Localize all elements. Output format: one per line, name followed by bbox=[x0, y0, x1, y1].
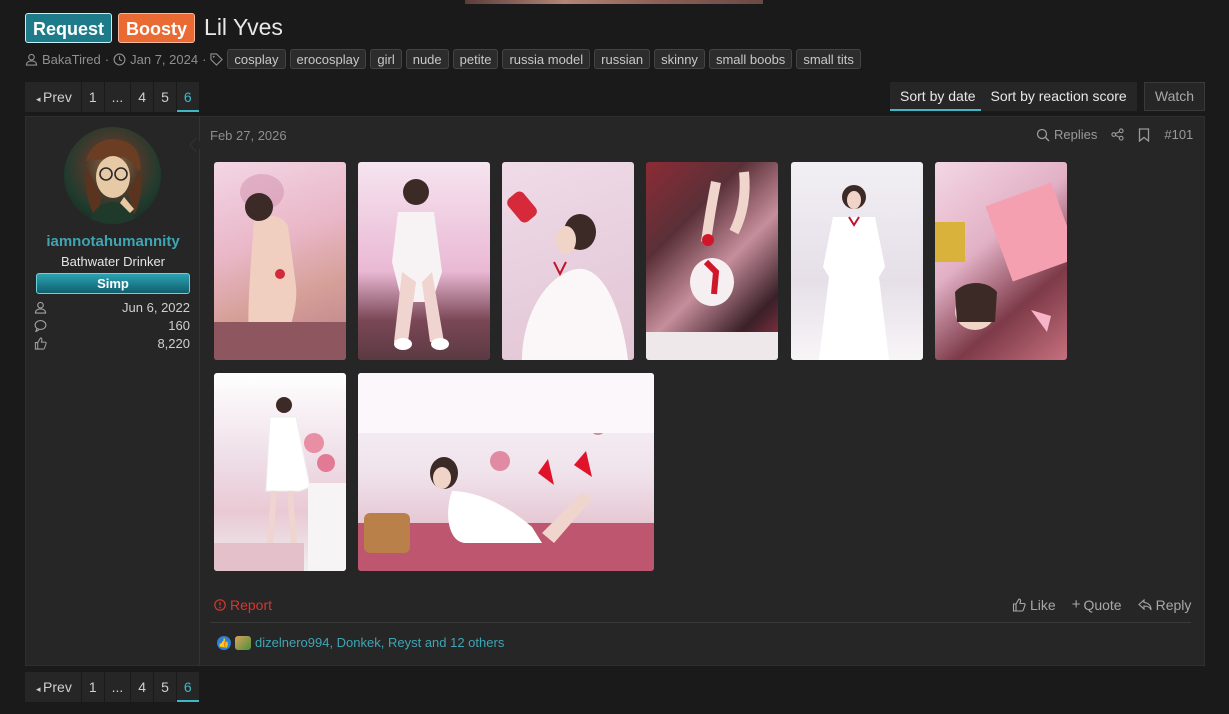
like-reaction-icon: 👍 bbox=[217, 635, 231, 650]
like-label: Like bbox=[1030, 597, 1056, 613]
plus-icon: + bbox=[1071, 596, 1081, 613]
prev-label: Prev bbox=[43, 89, 72, 105]
replies-label: Replies bbox=[1054, 127, 1098, 142]
thread-title-row: Request Boosty Lil Yves bbox=[25, 12, 283, 43]
reactions-list[interactable]: dizelnero994, Donkek, Reyst and 12 other… bbox=[255, 635, 504, 650]
page-link-5[interactable]: 5 bbox=[154, 82, 176, 112]
meta-separator: · bbox=[202, 51, 207, 67]
post-number-link[interactable]: #101 bbox=[1164, 127, 1193, 142]
search-icon bbox=[1036, 128, 1050, 141]
attachment-image-8[interactable] bbox=[358, 373, 654, 571]
tag-item[interactable]: girl bbox=[370, 49, 402, 69]
page-link-6[interactable]: 6 bbox=[176, 672, 199, 702]
page-link-4[interactable]: 4 bbox=[131, 82, 154, 112]
pagination-top: ◂ Prev 1 ... 4 5 6 bbox=[25, 82, 199, 112]
user-icon bbox=[34, 301, 47, 314]
emoji-reaction-icon bbox=[235, 635, 251, 650]
prev-page-button[interactable]: ◂ Prev bbox=[25, 82, 81, 112]
prev-page-button[interactable]: ◂ Prev bbox=[25, 672, 81, 702]
sort-by-reaction-tab[interactable]: Sort by reaction score bbox=[981, 82, 1137, 111]
report-link[interactable]: Report bbox=[214, 597, 272, 613]
attachment-image-3[interactable] bbox=[502, 162, 634, 360]
chevron-left-icon: ◂ bbox=[36, 684, 44, 694]
report-label: Report bbox=[230, 597, 273, 613]
page-link-6[interactable]: 6 bbox=[176, 82, 199, 112]
thumbs-up-icon bbox=[34, 337, 47, 350]
attachment-image-4[interactable] bbox=[646, 162, 778, 360]
tag-item[interactable]: small tits bbox=[796, 49, 861, 69]
attachment-image-6[interactable] bbox=[935, 162, 1067, 360]
tag-item[interactable]: small boobs bbox=[708, 49, 793, 69]
user-banner: Simp bbox=[36, 273, 190, 294]
request-label[interactable]: Request bbox=[25, 12, 113, 43]
watch-button[interactable]: Watch bbox=[1144, 82, 1205, 111]
tag-item[interactable]: erocosplay bbox=[289, 49, 367, 69]
reaction-score-value: 8,220 bbox=[157, 336, 190, 351]
page-link-5[interactable]: 5 bbox=[154, 672, 176, 702]
prev-label: Prev bbox=[43, 679, 72, 695]
like-button[interactable]: Like bbox=[1012, 597, 1056, 613]
quote-label: Quote bbox=[1083, 597, 1122, 613]
sort-tabs: Sort by date Sort by reaction score bbox=[890, 82, 1137, 111]
page-link-1[interactable]: 1 bbox=[81, 672, 104, 702]
stat-joined: Jun 6, 2022 bbox=[34, 299, 190, 316]
tag-item[interactable]: skinny bbox=[654, 49, 705, 69]
warning-icon bbox=[214, 599, 226, 611]
tag-item[interactable]: russian bbox=[594, 49, 651, 69]
attachment-image-7[interactable] bbox=[214, 373, 346, 571]
thread-author[interactable]: BakaTired bbox=[42, 52, 101, 67]
footer-divider bbox=[210, 622, 1191, 623]
stat-messages: 160 bbox=[34, 317, 190, 334]
reply-icon bbox=[1137, 599, 1152, 611]
username-link[interactable]: iamnotahumannity bbox=[26, 233, 200, 250]
share-icon[interactable] bbox=[1111, 128, 1124, 141]
page-link-4[interactable]: 4 bbox=[131, 672, 154, 702]
tag-item[interactable]: cosplay bbox=[227, 49, 286, 69]
reply-label: Reply bbox=[1155, 597, 1192, 613]
stat-reactions: 8,220 bbox=[34, 335, 190, 352]
user-icon bbox=[25, 53, 38, 66]
post-message: iamnotahumannity Bathwater Drinker Simp … bbox=[25, 116, 1205, 666]
thread-meta: BakaTired · Jan 7, 2024 · cosplay erocos… bbox=[25, 48, 861, 70]
message-icon bbox=[34, 320, 47, 332]
sort-by-date-tab[interactable]: Sort by date bbox=[890, 82, 981, 111]
clock-icon bbox=[113, 53, 126, 65]
page-ellipsis[interactable]: ... bbox=[104, 82, 131, 112]
reply-button[interactable]: Reply bbox=[1137, 597, 1192, 613]
thread-title: Lil Yves bbox=[204, 14, 283, 40]
replies-link[interactable]: Replies bbox=[1036, 127, 1097, 142]
avatar-image bbox=[85, 139, 142, 224]
post-header-actions: Replies #101 bbox=[1036, 127, 1193, 142]
joined-value: Jun 6, 2022 bbox=[122, 300, 190, 315]
tag-item[interactable]: nude bbox=[405, 49, 449, 69]
bookmark-icon[interactable] bbox=[1138, 127, 1150, 142]
quote-button[interactable]: + Quote bbox=[1072, 597, 1122, 613]
header-image-sliver bbox=[465, 0, 763, 4]
tag-item[interactable]: russia model bbox=[502, 49, 591, 69]
thread-start-date[interactable]: Jan 7, 2024 bbox=[130, 52, 198, 67]
attachment-image-2[interactable] bbox=[358, 162, 490, 360]
post-user-column: iamnotahumannity Bathwater Drinker Simp … bbox=[26, 117, 200, 665]
chevron-left-icon: ◂ bbox=[36, 94, 44, 104]
tag-item[interactable]: petite bbox=[452, 49, 499, 69]
user-title: Bathwater Drinker bbox=[60, 254, 166, 269]
avatar[interactable] bbox=[64, 127, 161, 224]
thumbs-up-icon bbox=[1012, 598, 1026, 612]
post-footer-actions: Like + Quote Reply bbox=[1012, 597, 1191, 613]
tag-icon bbox=[210, 52, 224, 66]
boosty-label[interactable]: Boosty bbox=[118, 12, 196, 43]
attachment-image-5[interactable] bbox=[791, 162, 923, 360]
meta-separator: · bbox=[104, 51, 110, 67]
attachment-image-1[interactable] bbox=[214, 162, 346, 360]
messages-value: 160 bbox=[168, 318, 190, 333]
page-ellipsis[interactable]: ... bbox=[104, 672, 131, 702]
pagination-bottom: ◂ Prev 1 ... 4 5 6 bbox=[25, 672, 199, 702]
reactions-bar[interactable]: 👍 dizelnero994, Donkek, Reyst and 12 oth… bbox=[217, 635, 504, 650]
page-link-1[interactable]: 1 bbox=[81, 82, 104, 112]
post-date[interactable]: Feb 27, 2026 bbox=[210, 128, 287, 143]
